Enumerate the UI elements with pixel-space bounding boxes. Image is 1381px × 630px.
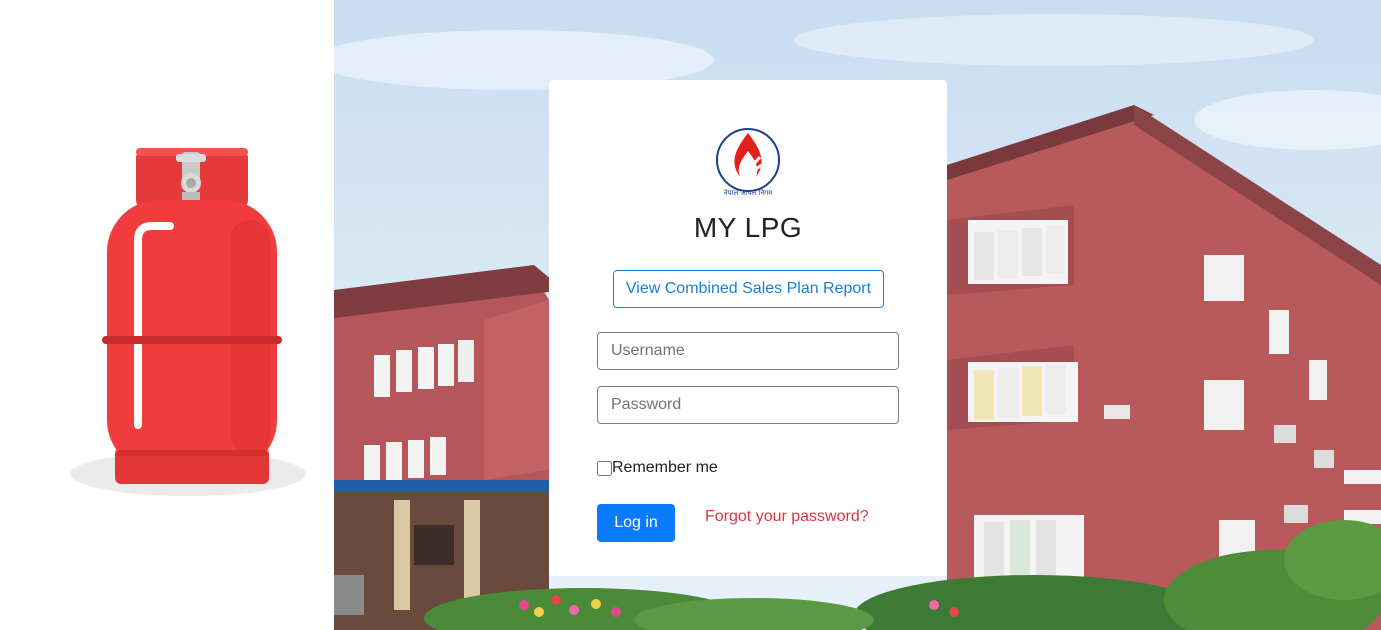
login-card: नेपाल आयल निगम MY LPG View Combined Sale… (549, 80, 947, 576)
remember-me-checkbox[interactable] (597, 460, 612, 476)
gas-cylinder-illustration (70, 148, 306, 496)
password-input[interactable] (597, 386, 899, 424)
app-title: MY LPG (693, 212, 803, 243)
view-sales-plan-report-button[interactable]: View Combined Sales Plan Report (613, 270, 884, 308)
remember-me-row: Remember me (597, 458, 718, 478)
forgot-password-link[interactable]: Forgot your password? (705, 508, 869, 526)
remember-me-label[interactable]: Remember me (612, 459, 718, 477)
left-panel (0, 0, 334, 630)
logo-caption: नेपाल आयल निगम (724, 188, 773, 197)
flame-logo-icon: नेपाल आयल निगम (716, 128, 780, 197)
login-button[interactable]: Log in (597, 504, 675, 542)
username-input[interactable] (597, 332, 899, 370)
